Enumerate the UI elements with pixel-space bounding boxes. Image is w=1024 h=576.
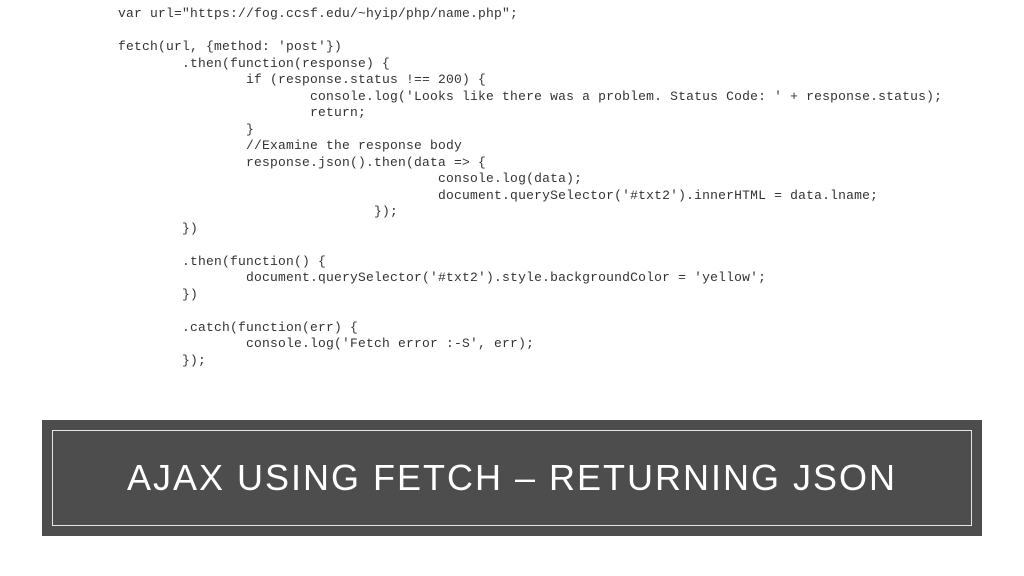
slide: var url="https://fog.ccsf.edu/~hyip/php/… [0, 0, 1024, 576]
title-inner-border: AJAX USING FETCH – RETURNING JSON [52, 430, 972, 526]
title-banner: AJAX USING FETCH – RETURNING JSON [42, 420, 982, 536]
code-block: var url="https://fog.ccsf.edu/~hyip/php/… [118, 6, 978, 369]
slide-title: AJAX USING FETCH – RETURNING JSON [127, 457, 897, 499]
